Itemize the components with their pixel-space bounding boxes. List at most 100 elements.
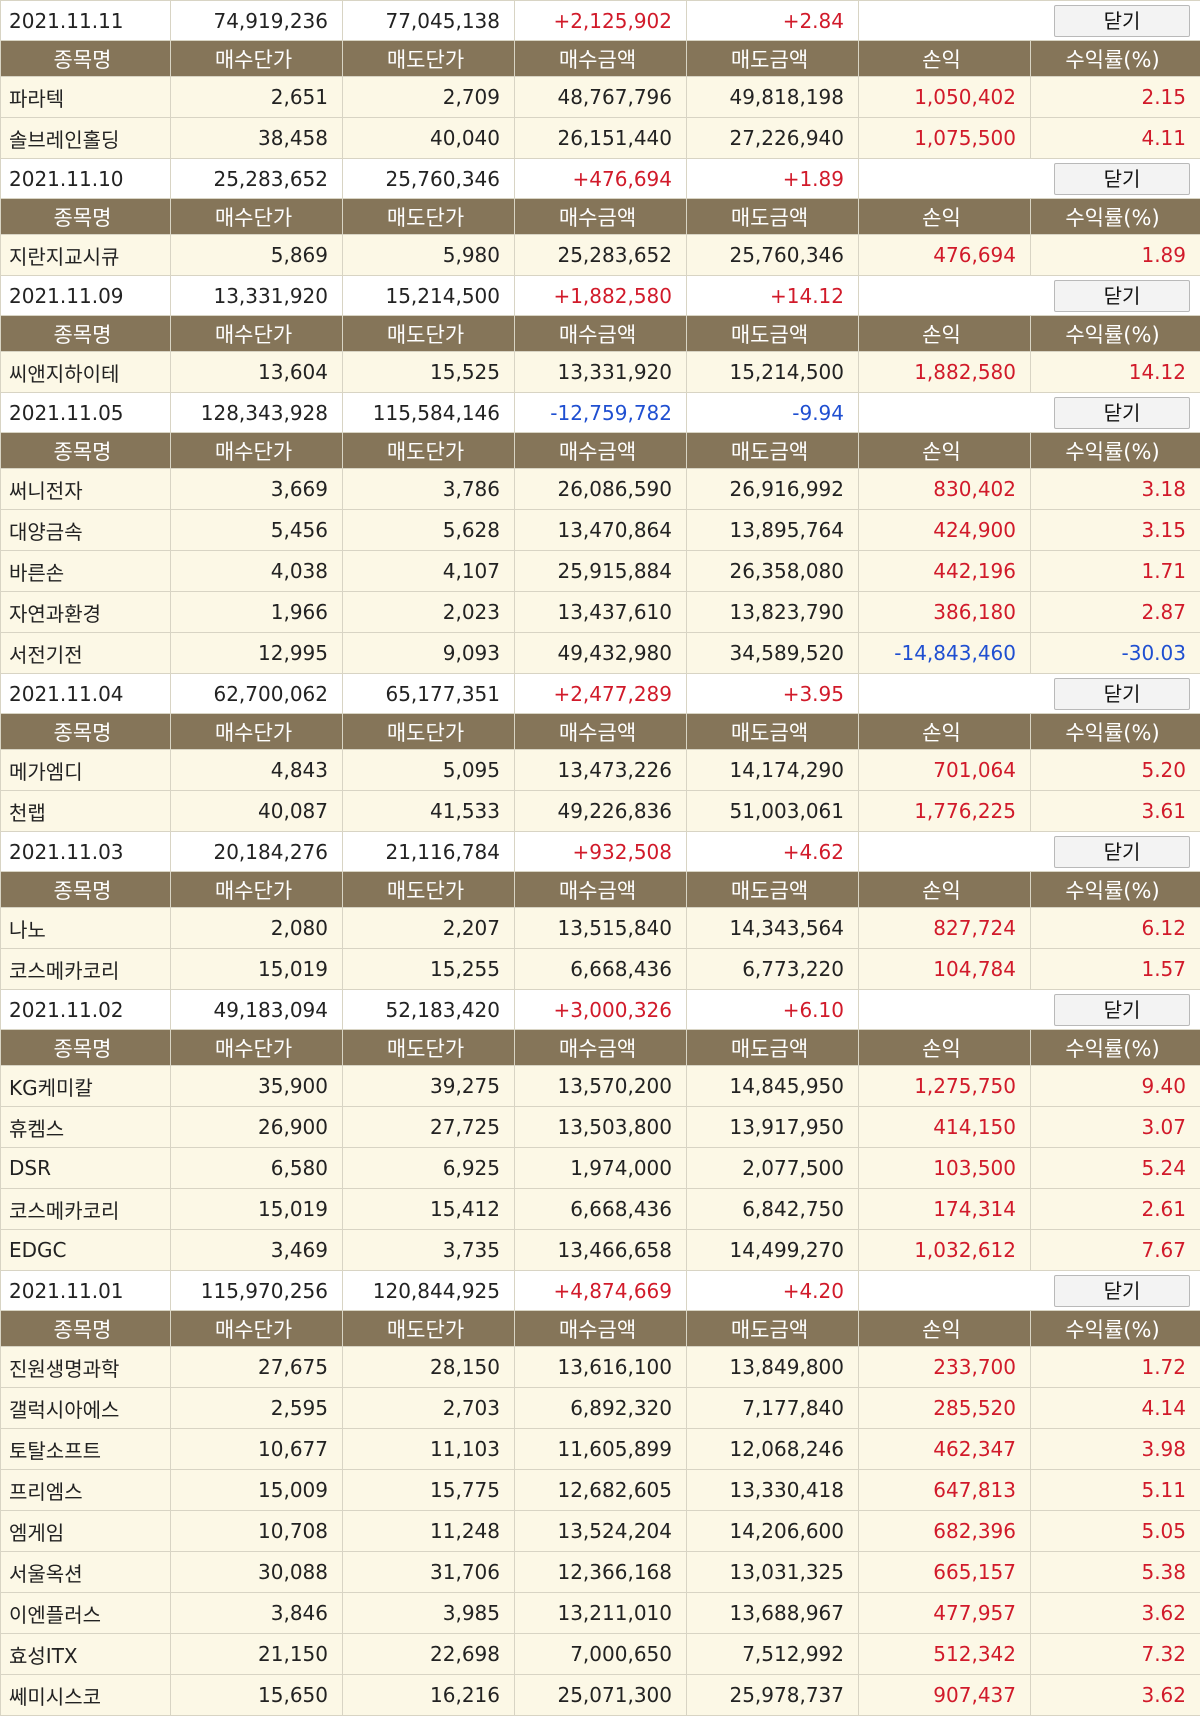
close-button-cell: 닫기 xyxy=(858,831,1200,872)
return-rate: 5.05 xyxy=(1030,1510,1200,1552)
day-summary-row: 2021.11.11 74,919,236 77,045,138 +2,125,902… xyxy=(0,0,1200,41)
buy-amount: 49,432,980 xyxy=(514,632,687,674)
column-header-row: 종목명 매수단가 매도단가 매수금액 매도금액 손익 수익률(%) xyxy=(0,1029,1200,1066)
stock-trade-row: 천랩 40,087 41,533 49,226,836 51,003,061 1,776,… xyxy=(0,790,1200,832)
column-header: 매수금액 xyxy=(514,871,687,908)
stock-name: KG케미칼 xyxy=(0,1065,171,1107)
close-button[interactable]: 닫기 xyxy=(1054,162,1190,195)
profit-loss: 665,157 xyxy=(858,1551,1031,1593)
sell-amount: 13,917,950 xyxy=(686,1106,859,1148)
sell-price: 11,103 xyxy=(342,1428,515,1470)
sell-amount: 14,499,270 xyxy=(686,1229,859,1271)
column-header: 손익 xyxy=(858,1310,1031,1347)
buy-price: 3,669 xyxy=(170,468,343,510)
buy-amount: 1,974,000 xyxy=(514,1147,687,1189)
sell-amount: 13,031,325 xyxy=(686,1551,859,1593)
close-button[interactable]: 닫기 xyxy=(1054,1274,1190,1307)
profit-loss: 285,520 xyxy=(858,1387,1031,1429)
stock-trade-row: 토탈소프트 10,677 11,103 11,605,899 12,068,246 462… xyxy=(0,1428,1200,1470)
sell-amount: 13,823,790 xyxy=(686,591,859,633)
profit-loss: 233,700 xyxy=(858,1346,1031,1388)
stock-name: 자연과환경 xyxy=(0,591,171,633)
close-button[interactable]: 닫기 xyxy=(1054,396,1190,429)
return-rate: 4.11 xyxy=(1030,117,1200,159)
sell-price: 3,985 xyxy=(342,1592,515,1634)
close-button-cell: 닫기 xyxy=(858,275,1200,316)
close-button[interactable]: 닫기 xyxy=(1054,4,1190,37)
buy-amount: 13,515,840 xyxy=(514,907,687,949)
buy-price: 2,595 xyxy=(170,1387,343,1429)
stock-name: 메가엠디 xyxy=(0,749,171,791)
summary-rate: +3.95 xyxy=(686,673,859,714)
summary-sell-total: 115,584,146 xyxy=(342,392,515,433)
close-button-cell: 닫기 xyxy=(858,673,1200,714)
stock-trade-row: 지란지교시큐 5,869 5,980 25,283,652 25,760,346 476,… xyxy=(0,234,1200,276)
stock-name: 진원생명과학 xyxy=(0,1346,171,1388)
sell-price: 39,275 xyxy=(342,1065,515,1107)
return-rate: 3.61 xyxy=(1030,790,1200,832)
sell-price: 3,786 xyxy=(342,468,515,510)
stock-trade-row: 자연과환경 1,966 2,023 13,437,610 13,823,790 386,1… xyxy=(0,591,1200,633)
return-rate: 2.61 xyxy=(1030,1188,1200,1230)
buy-amount: 6,892,320 xyxy=(514,1387,687,1429)
stock-name: 서전기전 xyxy=(0,632,171,674)
return-rate: 5.38 xyxy=(1030,1551,1200,1593)
summary-buy-total: 128,343,928 xyxy=(170,392,343,433)
sell-amount: 14,845,950 xyxy=(686,1065,859,1107)
summary-rate: +14.12 xyxy=(686,275,859,316)
summary-sell-total: 77,045,138 xyxy=(342,0,515,41)
buy-price: 3,469 xyxy=(170,1229,343,1271)
close-button[interactable]: 닫기 xyxy=(1054,677,1190,710)
stock-name: 써니전자 xyxy=(0,468,171,510)
column-header: 매도단가 xyxy=(342,432,515,469)
sell-amount: 27,226,940 xyxy=(686,117,859,159)
stock-name: DSR xyxy=(0,1147,171,1189)
return-rate: 3.15 xyxy=(1030,509,1200,551)
close-button-cell: 닫기 xyxy=(858,392,1200,433)
buy-amount: 48,767,796 xyxy=(514,76,687,118)
column-header: 손익 xyxy=(858,198,1031,235)
column-header: 손익 xyxy=(858,40,1031,77)
stock-name: 나노 xyxy=(0,907,171,949)
sell-amount: 12,068,246 xyxy=(686,1428,859,1470)
summary-date: 2021.11.04 xyxy=(0,673,171,714)
stock-trade-row: 이엔플러스 3,846 3,985 13,211,010 13,688,967 477,9… xyxy=(0,1592,1200,1634)
column-header: 매수단가 xyxy=(170,1029,343,1066)
stock-name: 천랩 xyxy=(0,790,171,832)
buy-amount: 13,470,864 xyxy=(514,509,687,551)
sell-price: 41,533 xyxy=(342,790,515,832)
column-header: 수익률(%) xyxy=(1030,1310,1200,1347)
stock-name: 대양금속 xyxy=(0,509,171,551)
buy-price: 5,456 xyxy=(170,509,343,551)
return-rate: 14.12 xyxy=(1030,351,1200,393)
buy-amount: 12,366,168 xyxy=(514,1551,687,1593)
stock-trade-row: DSR 6,580 6,925 1,974,000 2,077,500 103,500 5.… xyxy=(0,1147,1200,1189)
profit-loss: -14,843,460 xyxy=(858,632,1031,674)
summary-profit: +2,125,902 xyxy=(514,0,687,41)
buy-amount: 11,605,899 xyxy=(514,1428,687,1470)
sell-price: 3,735 xyxy=(342,1229,515,1271)
close-button[interactable]: 닫기 xyxy=(1054,835,1190,868)
stock-trade-row: 바른손 4,038 4,107 25,915,884 26,358,080 442,196… xyxy=(0,550,1200,592)
sell-amount: 13,849,800 xyxy=(686,1346,859,1388)
buy-amount: 6,668,436 xyxy=(514,1188,687,1230)
profit-loss: 442,196 xyxy=(858,550,1031,592)
sell-amount: 7,177,840 xyxy=(686,1387,859,1429)
stock-name: 코스메카코리 xyxy=(0,948,171,990)
day-summary-row: 2021.11.03 20,184,276 21,116,784 +932,508 +4… xyxy=(0,831,1200,872)
close-button[interactable]: 닫기 xyxy=(1054,279,1190,312)
column-header: 종목명 xyxy=(0,1029,171,1066)
buy-price: 4,843 xyxy=(170,749,343,791)
column-header: 수익률(%) xyxy=(1030,871,1200,908)
summary-buy-total: 62,700,062 xyxy=(170,673,343,714)
column-header: 매도금액 xyxy=(686,432,859,469)
summary-profit: +1,882,580 xyxy=(514,275,687,316)
stock-trade-row: 진원생명과학 27,675 28,150 13,616,100 13,849,800 23… xyxy=(0,1346,1200,1388)
close-button[interactable]: 닫기 xyxy=(1054,993,1190,1026)
profit-loss: 424,900 xyxy=(858,509,1031,551)
buy-amount: 13,570,200 xyxy=(514,1065,687,1107)
stock-name: 서울옥션 xyxy=(0,1551,171,1593)
buy-price: 13,604 xyxy=(170,351,343,393)
column-header: 매도금액 xyxy=(686,871,859,908)
summary-buy-total: 25,283,652 xyxy=(170,158,343,199)
